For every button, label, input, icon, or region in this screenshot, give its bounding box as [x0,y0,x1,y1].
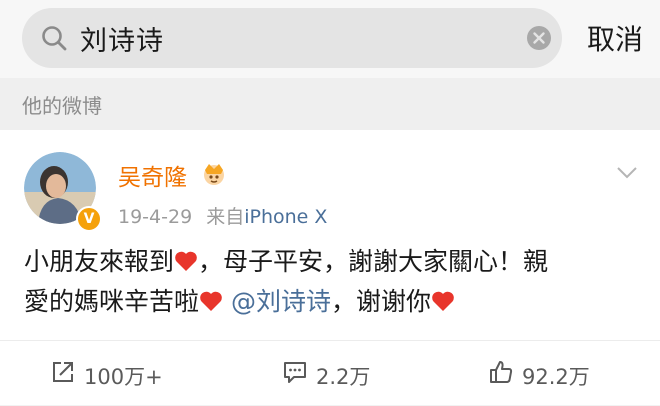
search-input[interactable]: 刘诗诗 [22,8,562,68]
post-card[interactable]: V 吴奇隆 19-4-29 来自iPhone X 小朋友來報到 ，母子平安，謝謝大… [0,130,660,405]
section-title: 他的微博 [22,94,102,118]
chevron-down-icon[interactable] [616,166,638,180]
like-count: 92.2万 [522,365,590,389]
post-text-part: 小朋友來報到 [24,247,175,276]
post-text: 小朋友來報到 ，母子平安，謝謝大家關心！親 愛的媽咪辛苦啦 @刘诗诗，谢谢你 [24,242,636,322]
post-text-part: 愛的媽咪辛苦啦 [24,287,200,316]
post-text-part: ，谢谢你 [330,287,431,316]
repost-icon [53,362,73,382]
heart-icon [432,291,454,311]
section-header: 他的微博 [0,78,660,130]
crown-icon [204,164,224,185]
mention-link[interactable]: @刘诗诗 [231,287,331,316]
comment-count: 2.2万 [316,365,371,389]
heart-icon [200,291,222,311]
search-header: 刘诗诗 取消 [0,0,660,78]
post-meta: 19-4-29 来自iPhone X [118,202,327,229]
post-text-part: ，母子平安，謝謝大家關心！親 [198,247,549,276]
action-bar: 100万+ 2.2万 92.2万 [0,340,660,406]
heart-icon [175,251,197,271]
post-source: iPhone X [244,206,328,228]
comment-icon [284,362,306,383]
clear-icon[interactable] [526,25,552,51]
search-query[interactable]: 刘诗诗 [80,19,164,58]
source-prefix: 来自 [206,206,245,228]
cancel-button[interactable]: 取消 [587,18,643,58]
verified-badge: V [76,206,102,232]
repost-count: 100万+ [84,365,163,389]
author-name[interactable]: 吴奇隆 [118,158,187,192]
search-icon [42,26,67,51]
thumbs-up-icon [490,361,513,383]
post-date: 19-4-29 [118,206,193,228]
